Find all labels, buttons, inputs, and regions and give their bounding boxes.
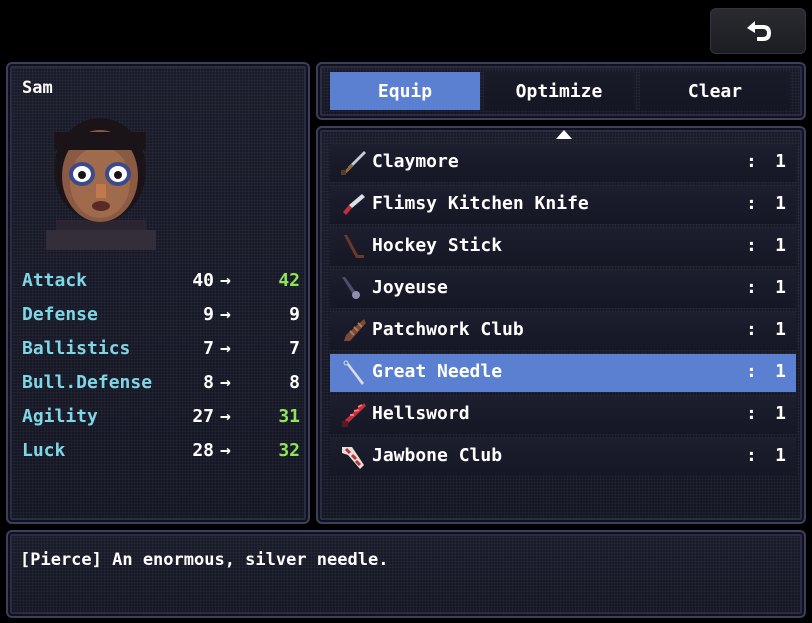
stat-new: 32 [278,440,300,461]
item-separator: : [746,277,757,298]
dark-sword-icon [342,277,360,299]
stat-arrow: → [220,338,231,359]
item-quantity: 1 [775,151,786,172]
item-quantity: 1 [775,193,786,214]
item-separator: : [746,193,757,214]
item-name: Great Needle [372,361,503,382]
item-name: Claymore [372,151,459,172]
list-item[interactable]: Hellsword : 1 [330,396,796,434]
stat-row-ballistics: Ballistics 7 → 7 [22,338,300,366]
item-name: Joyeuse [372,277,448,298]
stat-label: Defense [22,304,98,325]
knife-icon [343,194,365,215]
item-name: Flimsy Kitchen Knife [372,193,589,214]
item-quantity: 1 [775,361,786,382]
stat-current: 8 [203,372,214,393]
stat-arrow: → [220,304,231,325]
undo-arrow-icon [747,21,771,41]
item-name: Jawbone Club [372,445,503,466]
stat-new: 8 [289,372,300,393]
stat-current: 40 [192,270,214,291]
command-tabs: Equip Optimize Clear [316,62,806,120]
bone-club-icon [342,447,364,469]
scroll-up-icon[interactable] [556,130,572,139]
list-item[interactable]: Patchwork Club : 1 [330,312,796,350]
item-name: Patchwork Club [372,319,524,340]
item-list-panel: Claymore : 1 Flimsy Kitchen Knife : 1 Ho… [316,126,806,524]
tab-clear[interactable]: Clear [640,72,790,110]
list-item[interactable]: Hockey Stick : 1 [330,228,796,266]
stat-arrow: → [220,440,231,461]
item-separator: : [746,235,757,256]
stat-new: 31 [278,406,300,427]
item-name: Hellsword [372,403,470,424]
tab-optimize[interactable]: Optimize [484,72,634,110]
stat-current: 28 [192,440,214,461]
needle-icon [343,360,364,385]
stat-new: 7 [289,338,300,359]
club-icon [344,319,366,341]
stat-label: Bull.Defense [22,372,153,393]
stat-new: 42 [278,270,300,291]
list-item-selected[interactable]: Great Needle : 1 [330,354,796,392]
list-item[interactable]: Joyeuse : 1 [330,270,796,308]
character-portrait [46,118,156,250]
character-name: Sam [22,78,53,98]
character-panel: Sam Attack 40 → 42 Defense 9 → 9 Ballist… [6,62,310,524]
tab-equip[interactable]: Equip [330,72,480,110]
stat-label: Agility [22,406,98,427]
stat-current: 9 [203,304,214,325]
item-quantity: 1 [775,277,786,298]
item-quantity: 1 [775,235,786,256]
list-item[interactable]: Jawbone Club : 1 [330,438,796,476]
item-separator: : [746,361,757,382]
stat-row-luck: Luck 28 → 32 [22,440,300,468]
list-item[interactable]: Flimsy Kitchen Knife : 1 [330,186,796,224]
stat-new: 9 [289,304,300,325]
list-item[interactable]: Claymore : 1 [330,144,796,182]
stat-current: 27 [192,406,214,427]
sword-icon [341,151,366,175]
red-sword-icon [342,403,366,427]
stat-label: Luck [22,440,66,461]
item-separator: : [746,403,757,424]
back-button[interactable] [710,8,806,54]
stat-row-bull-defense: Bull.Defense 8 → 8 [22,372,300,400]
item-quantity: 1 [775,403,786,424]
item-description: [Pierce] An enormous, silver needle. [20,550,389,570]
item-separator: : [746,445,757,466]
item-separator: : [746,319,757,340]
item-name: Hockey Stick [372,235,503,256]
item-quantity: 1 [775,445,786,466]
stat-arrow: → [220,372,231,393]
stat-label: Ballistics [22,338,131,359]
stat-arrow: → [220,406,231,427]
stat-current: 7 [203,338,214,359]
description-panel: [Pierce] An enormous, silver needle. [6,530,806,618]
item-separator: : [746,151,757,172]
stat-label: Attack [22,270,88,291]
stat-row-attack: Attack 40 → 42 [22,270,300,298]
hockey-stick-icon [344,235,364,258]
stat-row-defense: Defense 9 → 9 [22,304,300,332]
item-quantity: 1 [775,319,786,340]
stat-row-agility: Agility 27 → 31 [22,406,300,434]
stat-arrow: → [220,270,231,291]
